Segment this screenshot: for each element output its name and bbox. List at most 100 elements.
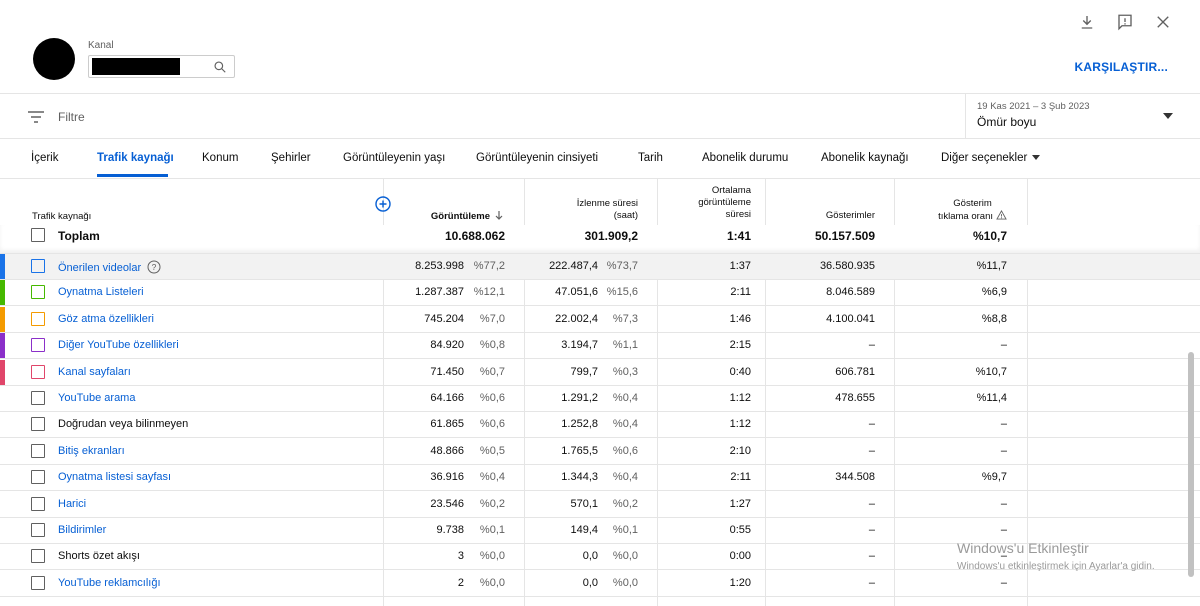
traffic-source-link[interactable]: Bildirimler: [58, 524, 106, 536]
total-checkbox[interactable]: [31, 228, 45, 242]
traffic-source-link[interactable]: Diğer YouTube özellikleri: [58, 339, 179, 351]
row-checkbox[interactable]: [31, 575, 45, 590]
table-row[interactable]: YouTube reklamcılığı 2 %0,0 0,0 %0,0 1:20 – –: [0, 571, 1200, 597]
traffic-source-label: Diğer YouTube özellikleri: [58, 339, 179, 352]
watch-time-percent: %1,1: [612, 339, 638, 352]
traffic-source-link[interactable]: Bitiş ekranları: [58, 445, 125, 457]
table-row[interactable]: Diğer YouTube özellikleri 84.920 %0,8 3.194…: [0, 333, 1200, 360]
table-row[interactable]: YouTube arama 64.166 %0,6 1.291,2 %0,4 1:12 47…: [0, 386, 1200, 412]
row-checkbox[interactable]: [31, 549, 45, 564]
row-checkbox[interactable]: [31, 391, 45, 405]
watch-time-value: 0,0: [582, 550, 598, 563]
views-percent: %0,6: [479, 418, 505, 431]
search-icon[interactable]: [213, 60, 227, 74]
views-value: 64.166: [430, 392, 464, 404]
feedback-icon[interactable]: [1116, 13, 1134, 31]
filter-input[interactable]: Filtre: [58, 110, 85, 124]
watch-time-value: 1.344,3: [561, 471, 598, 484]
avg-duration-value: 2:11: [730, 471, 751, 484]
tab-date[interactable]: Tarih: [638, 152, 663, 164]
row-checkbox[interactable]: [31, 338, 45, 353]
ctr-header-line2-wrap: tıklama oranı: [938, 210, 1007, 223]
traffic-source-link[interactable]: Göz atma özellikleri: [58, 313, 154, 325]
row-checkbox[interactable]: [31, 496, 45, 511]
table-row[interactable]: Bitiş ekranları 48.866 %0,5 1.765,5 %0,6 2:10…: [0, 439, 1200, 465]
table-row[interactable]: Doğrudan veya bilinmeyen 61.865 %0,6 1.252,…: [0, 412, 1200, 439]
tab-cities[interactable]: Şehirler: [271, 152, 311, 164]
close-icon[interactable]: [1154, 13, 1172, 31]
watch-time-value: 1.252,8: [561, 418, 598, 431]
column-header-watch-time[interactable]: İzlenme süresi (saat): [577, 198, 638, 222]
traffic-source-label: YouTube reklamcılığı: [58, 576, 161, 589]
row-checkbox[interactable]: [31, 259, 45, 273]
traffic-source-link[interactable]: Oynatma listesi sayfası: [58, 471, 171, 483]
download-icon[interactable]: [1078, 13, 1096, 31]
traffic-source-link[interactable]: Oynatma Listeleri: [58, 286, 144, 298]
channel-label: Kanal: [88, 40, 114, 51]
tab-viewer-age[interactable]: Görüntüleyenin yaşı: [343, 152, 445, 164]
total-watch-time: 301.909,2: [584, 229, 638, 243]
watch-time-percent: %15,6: [606, 286, 638, 299]
watch-time-value: 0,0: [582, 576, 598, 589]
column-header-views[interactable]: Görüntüleme: [431, 210, 504, 223]
row-checkbox[interactable]: [31, 443, 45, 458]
row-checkbox[interactable]: [31, 311, 45, 326]
row-checkbox[interactable]: [31, 285, 45, 300]
compare-button[interactable]: KARŞILAŞTIR...: [1075, 60, 1168, 74]
avg-duration-value: 1:12: [729, 418, 751, 431]
activation-watermark-subtitle: Windows'u etkinleştirmek için Ayarlar'a …: [957, 561, 1155, 572]
row-checkbox[interactable]: [31, 364, 45, 379]
views-percent: %7,0: [479, 312, 505, 325]
tab-viewer-gender[interactable]: Görüntüleyenin cinsiyeti: [476, 152, 598, 164]
table-row[interactable]: Oynatma Listeleri 1.287.387 %12,1 47.051,6%…: [0, 280, 1200, 307]
traffic-source-link[interactable]: Harici: [58, 498, 86, 510]
scrollbar[interactable]: [1188, 352, 1194, 577]
total-avg-duration: 1:41: [726, 229, 751, 243]
table-row[interactable]: Oynatma listesi sayfası 36.916 %0,4 1.344,3…: [0, 465, 1200, 492]
tab-subscription-source[interactable]: Abonelik kaynağı: [821, 152, 909, 164]
tab-geography[interactable]: Konum: [202, 152, 238, 164]
tab-traffic-source[interactable]: Trafik kaynağı: [97, 152, 174, 164]
tab-subscription-status[interactable]: Abonelik durumu: [702, 152, 788, 164]
traffic-source-label: Harici: [58, 497, 87, 510]
row-checkbox[interactable]: [31, 417, 45, 432]
traffic-source-link[interactable]: YouTube arama: [58, 392, 135, 404]
views-value: 36.916: [430, 471, 464, 484]
table-row[interactable]: Önerilen videolar? 8.253.998 %77,2 222.487,…: [0, 254, 1200, 280]
watch-time-percent: %73,7: [606, 260, 638, 272]
traffic-source-label: Doğrudan veya bilinmeyen: [58, 418, 189, 431]
total-views: 10.688.062: [444, 229, 505, 243]
channel-avatar: [33, 38, 75, 80]
column-header-impressions[interactable]: Gösterimler: [826, 210, 875, 222]
filter-icon[interactable]: [28, 110, 44, 124]
warning-icon[interactable]: [996, 210, 1007, 220]
views-percent: %0,4: [479, 471, 505, 484]
add-metric-icon[interactable]: [375, 196, 391, 212]
column-header-source[interactable]: Trafik kaynağı: [32, 211, 91, 223]
avg-duration-value: 1:12: [729, 392, 751, 404]
column-header-ctr[interactable]: Gösterim tıklama oranı: [938, 198, 1007, 223]
help-icon[interactable]: ?: [147, 260, 161, 274]
traffic-source-link[interactable]: YouTube reklamcılığı: [58, 577, 161, 589]
date-range-selector[interactable]: 19 Kas 2021 – 3 Şub 2023 Ömür boyu: [965, 94, 1200, 139]
row-checkbox[interactable]: [31, 470, 45, 485]
watch-time-percent: %7,3: [612, 312, 638, 325]
tab-more-options[interactable]: Diğer seçenekler: [941, 152, 1041, 164]
watch-header-line1: İzlenme süresi: [576, 198, 638, 209]
ctr-value: %9,7: [981, 471, 1007, 484]
table-row[interactable]: Kanal sayfaları 71.450 %0,7 799,7 %0,3 0:40 60…: [0, 359, 1200, 386]
table-row[interactable]: Göz atma özellikleri 745.204 %7,0 22.002,4%…: [0, 306, 1200, 333]
watch-time-value: 1.291,2: [561, 392, 598, 404]
tab-content[interactable]: İçerik: [31, 152, 58, 164]
views-header-label: Görüntüleme: [430, 211, 490, 222]
traffic-source-link[interactable]: Kanal sayfaları: [58, 366, 131, 378]
avg-duration-value: 0:55: [729, 524, 751, 536]
watch-time-value: 222.487,4: [549, 260, 598, 272]
row-checkbox[interactable]: [31, 523, 45, 537]
impressions-value: 36.580.935: [819, 260, 875, 272]
channel-selector[interactable]: [88, 55, 235, 78]
column-header-avg-duration[interactable]: Ortalama görüntüleme süresi: [698, 185, 751, 221]
table-row[interactable]: Harici 23.546 %0,2 570,1 %0,2 1:27 – –: [0, 492, 1200, 518]
traffic-source-link[interactable]: Önerilen videolar?: [58, 260, 161, 274]
avg-duration-value: 1:27: [729, 497, 751, 510]
